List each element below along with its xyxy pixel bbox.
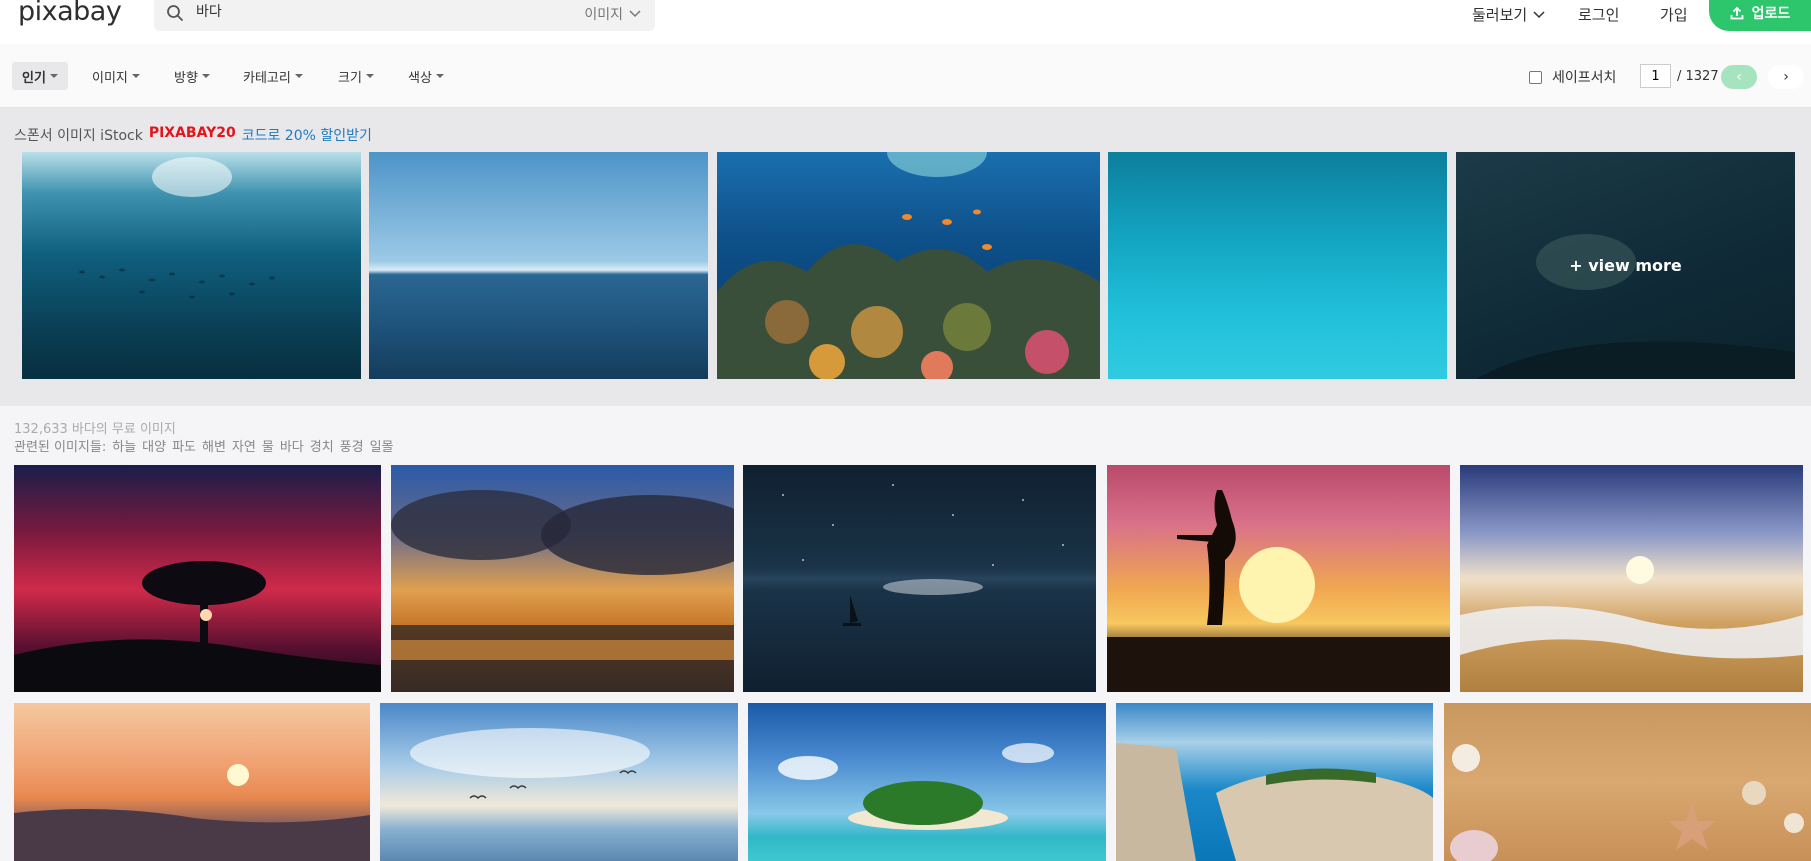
upload-button[interactable]: 업로드: [1709, 0, 1811, 31]
image-art: [778, 743, 1054, 830]
search-bar: 이미지: [154, 0, 655, 31]
filter-color-label: 색상: [408, 70, 432, 86]
image-art: [14, 561, 381, 692]
result-count: 132,633 바다의 무료 이미지: [14, 422, 176, 437]
search-type-label: 이미지: [584, 7, 623, 23]
top-navigation: pixabay 이미지 둘러보기 로그인 가입 업로드: [0, 0, 1811, 44]
sponsored-section: 스폰서 이미지 iStock PIXABAY20 코드로 20% 할인받기 + …: [0, 108, 1811, 406]
image-seashells-sand[interactable]: [1444, 703, 1811, 861]
caret-down-icon: [365, 74, 374, 78]
sponsored-image-underwater-fish[interactable]: [22, 152, 361, 379]
caret-down-icon: [294, 74, 303, 78]
filter-bar: 인기 이미지 방향 카테고리 크기 색상 세이프서치 / 1327 ‹ ›: [0, 44, 1811, 108]
sponsored-image-sea-turtle[interactable]: + view more: [1456, 152, 1795, 379]
related-tag[interactable]: 물: [262, 436, 274, 455]
page-number-input[interactable]: [1640, 64, 1671, 88]
image-woman-silhouette-sunset[interactable]: [1107, 465, 1450, 692]
image-dramatic-clouds-sunset[interactable]: [391, 465, 734, 692]
prev-page-button[interactable]: ‹: [1721, 65, 1757, 89]
related-tag[interactable]: 대양: [142, 436, 166, 455]
pixabay-logo[interactable]: pixabay: [18, 0, 122, 27]
safesearch-checkbox[interactable]: [1529, 70, 1542, 84]
search-input[interactable]: [196, 0, 576, 24]
related-label: 관련된 이미지들:: [14, 440, 107, 455]
image-starry-sky-sailboat[interactable]: [743, 465, 1096, 692]
caret-down-icon: [49, 74, 58, 78]
promo-code[interactable]: PIXABAY20: [149, 125, 236, 145]
image-art: [1460, 556, 1803, 659]
filter-color[interactable]: 색상: [398, 62, 454, 90]
promo-deal-link[interactable]: 코드로 20% 할인받기: [242, 125, 372, 145]
image-tree-sunset[interactable]: [14, 465, 381, 692]
sponsored-image-art: [717, 152, 1100, 379]
sponsor-prefix: 스폰서 이미지 iStock: [14, 128, 143, 144]
sponsored-image-clear-water[interactable]: [1108, 152, 1447, 379]
view-more-button[interactable]: + view more: [1456, 152, 1795, 379]
filter-image-type-label: 이미지: [92, 70, 128, 86]
image-navagio-beach[interactable]: [1116, 703, 1433, 861]
filter-category[interactable]: 카테고리: [233, 62, 313, 90]
caret-down-icon: [435, 74, 444, 78]
related-tag[interactable]: 바다: [280, 436, 304, 455]
image-art: [1116, 743, 1433, 861]
explore-menu[interactable]: 둘러보기: [1472, 4, 1545, 25]
safesearch-label: 세이프서치: [1552, 70, 1617, 86]
next-page-button[interactable]: ›: [1768, 65, 1804, 89]
filter-size-label: 크기: [338, 70, 362, 86]
image-sky-seagulls[interactable]: [380, 703, 738, 861]
sponsored-image-ocean-horizon[interactable]: [369, 152, 708, 379]
caret-down-icon: [131, 74, 140, 78]
image-art: [14, 764, 370, 861]
image-art: [410, 728, 650, 800]
filter-image-type[interactable]: 이미지: [82, 62, 150, 90]
filter-orientation[interactable]: 방향: [164, 62, 220, 90]
related-tag[interactable]: 일몰: [370, 436, 394, 455]
image-beach-waves-sunrise[interactable]: [1460, 465, 1803, 692]
search-type-dropdown[interactable]: 이미지: [584, 4, 641, 24]
filter-orientation-label: 방향: [174, 70, 198, 86]
login-link[interactable]: 로그인: [1578, 4, 1619, 25]
related-tag[interactable]: 경치: [310, 436, 334, 455]
chevron-down-icon: [629, 10, 641, 18]
upload-label: 업로드: [1751, 5, 1791, 22]
image-art: [782, 484, 1064, 626]
sponsored-image-art: [79, 157, 275, 299]
related-tag[interactable]: 하늘: [112, 436, 136, 455]
chevron-down-icon: [1533, 10, 1545, 18]
filter-popular-label: 인기: [22, 70, 46, 86]
pagination: / 1327: [1640, 64, 1719, 88]
related-tag[interactable]: 파도: [172, 436, 196, 455]
image-art: [1450, 744, 1804, 861]
image-art: [1107, 490, 1450, 692]
image-sun-ocean-wave[interactable]: [14, 703, 370, 861]
page-total: / 1327: [1677, 68, 1719, 84]
upload-icon: [1730, 6, 1744, 19]
filter-category-label: 카테고리: [243, 70, 291, 86]
related-tag[interactable]: 풍경: [340, 436, 364, 455]
sponsor-label: 스폰서 이미지 iStock PIXABAY20 코드로 20% 할인받기: [14, 125, 372, 145]
image-art: [391, 490, 734, 692]
image-tropical-island[interactable]: [748, 703, 1106, 861]
caret-down-icon: [201, 74, 210, 78]
filter-popular[interactable]: 인기: [12, 62, 68, 90]
sponsored-image-coral-reef[interactable]: [717, 152, 1100, 379]
search-icon[interactable]: [166, 4, 184, 22]
related-tag[interactable]: 해변: [202, 436, 226, 455]
join-link[interactable]: 가입: [1660, 4, 1688, 25]
safesearch-toggle[interactable]: 세이프서치: [1529, 67, 1616, 87]
related-tags: 관련된 이미지들: 하늘 대양 파도 해변 자연 물 바다 경치 풍경 일몰: [14, 436, 394, 455]
related-tag[interactable]: 자연: [232, 436, 256, 455]
explore-label: 둘러보기: [1472, 6, 1528, 24]
filter-size[interactable]: 크기: [328, 62, 384, 90]
